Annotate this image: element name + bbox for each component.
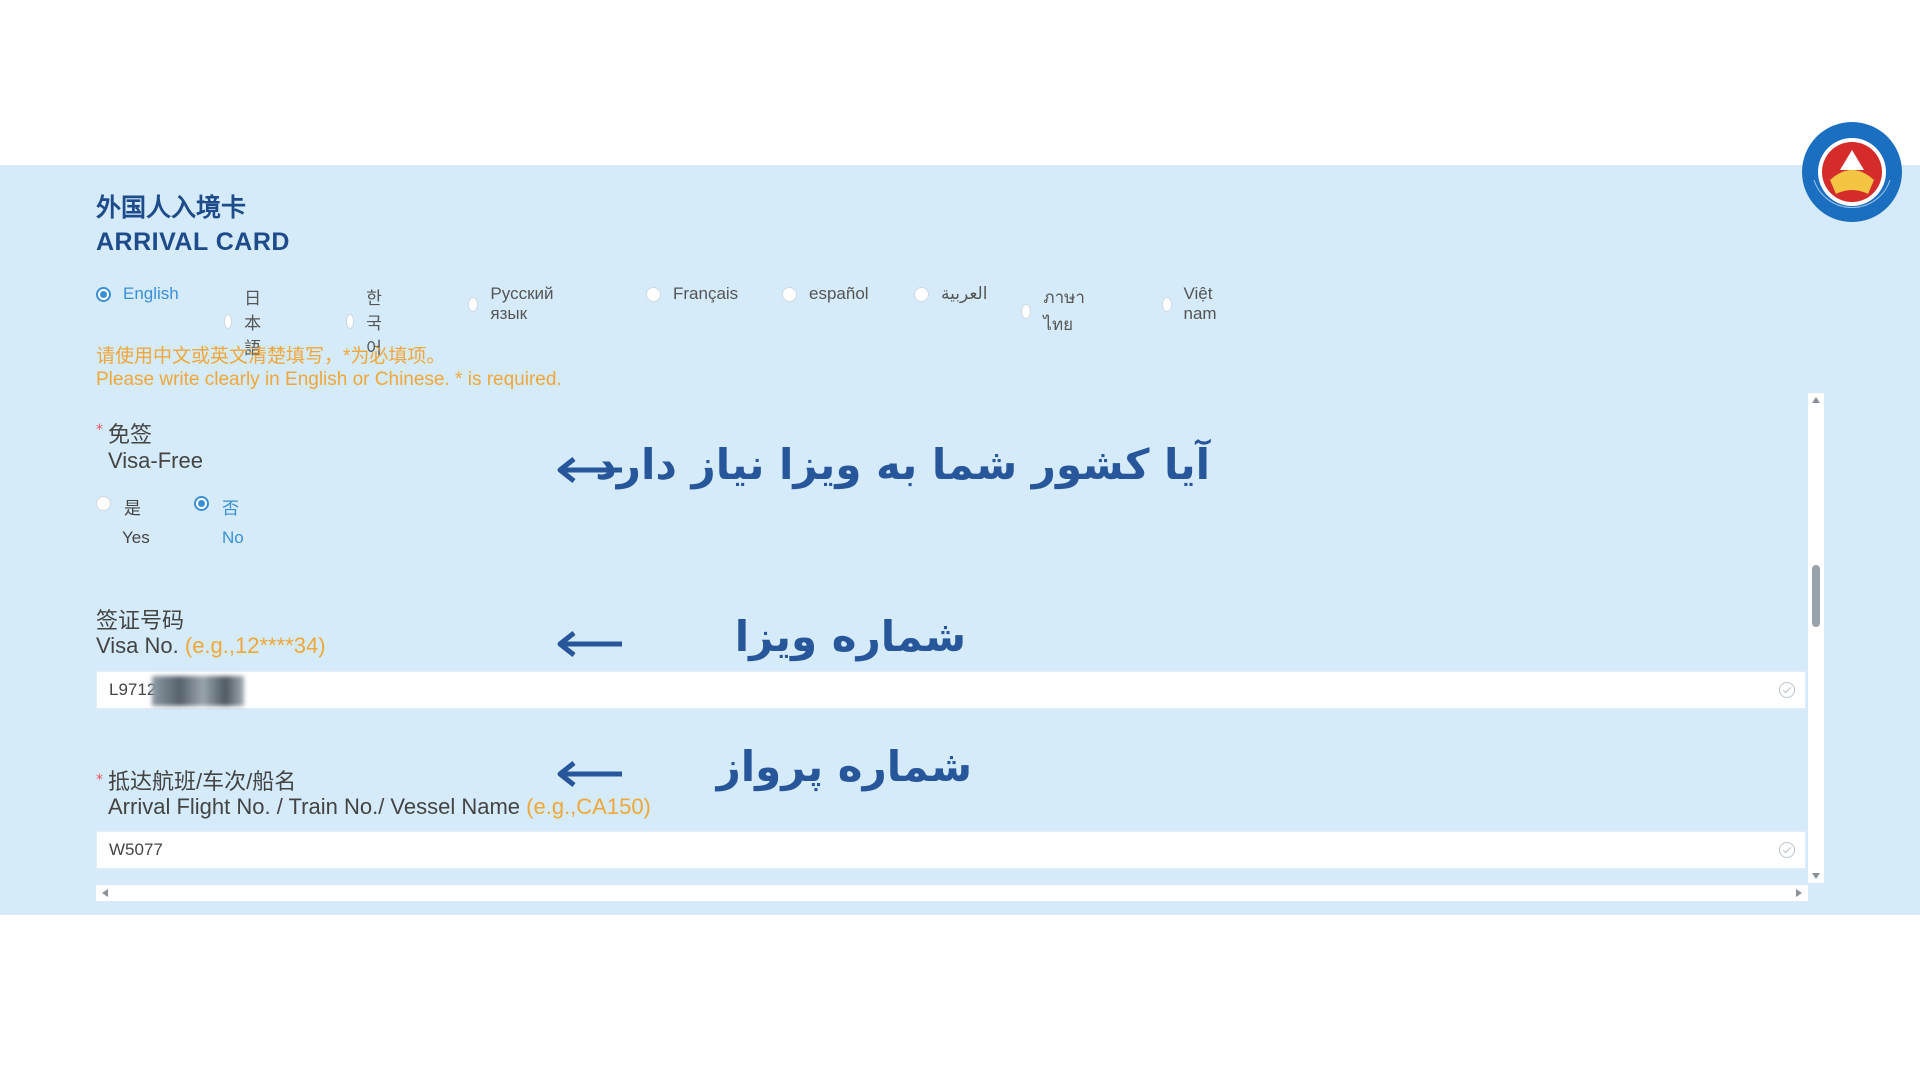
visa-no-label-zh: 签证号码 [96, 608, 185, 633]
arrival-flight-label-en: Arrival Flight No. / Train No./ Vessel N… [108, 794, 651, 820]
arrival-flight-value: W5077 [109, 840, 163, 859]
radio-icon [468, 296, 479, 312]
arrival-flight-label-zh: 抵达航班/车次/船名 [108, 769, 297, 794]
arrival-flight-example: (e.g.,CA150) [526, 794, 651, 819]
yes-label-zh: 是 [124, 499, 141, 518]
scroll-right-icon[interactable] [1796, 889, 1802, 897]
visa-no-label-text: Visa No. [96, 633, 179, 658]
radio-icon [1162, 296, 1172, 312]
language-label: español [809, 284, 869, 303]
scroll-down-icon[interactable] [1812, 873, 1820, 879]
language-label: Việt nam [1183, 284, 1217, 323]
radio-icon [96, 496, 111, 511]
page-title-en: ARRIVAL CARD [96, 228, 290, 256]
instruction-notice: 请使用中文或英文清楚填写，*为必填项。 Please write clearly… [96, 345, 562, 391]
language-label: Русский язык [490, 284, 554, 323]
language-label: العربية [941, 284, 988, 303]
scroll-up-icon[interactable] [1812, 397, 1820, 403]
annotation-visa-number: شماره ویزا [734, 612, 966, 661]
language-label: ภาษาไทย [1043, 288, 1085, 334]
notice-zh: 请使用中文或英文清楚填写，*为必填项。 [96, 346, 446, 367]
no-label-zh: 否 [222, 499, 239, 518]
radio-icon [914, 286, 929, 302]
required-mark: * [96, 772, 103, 788]
radio-icon [782, 286, 797, 302]
language-option-english[interactable]: English [96, 284, 179, 304]
scroll-left-icon[interactable] [102, 889, 108, 897]
radio-selected-icon [194, 496, 209, 511]
check-circle-icon [1779, 842, 1795, 858]
china-immigration-seal-icon [1802, 122, 1902, 222]
visa-no-example: (e.g.,12****34) [184, 633, 326, 658]
arrival-flight-label-text: Arrival Flight No. / Train No./ Vessel N… [108, 794, 521, 819]
yes-label-en: Yes [122, 528, 150, 547]
radio-icon [646, 286, 661, 302]
language-option-russian[interactable]: Русский язык [468, 284, 558, 324]
language-option-thai[interactable]: ภาษาไทย [1021, 284, 1090, 338]
redacted-blur [152, 675, 245, 706]
radio-icon [346, 314, 355, 329]
visa-no-input[interactable]: L9712 [96, 671, 1806, 709]
language-option-spanish[interactable]: español [782, 284, 869, 304]
annotation-arrow-icon [557, 761, 622, 787]
check-circle-icon [1779, 682, 1795, 698]
scroll-thumb[interactable] [1812, 565, 1820, 627]
required-mark: * [96, 422, 103, 438]
language-option-arabic[interactable]: العربية [914, 284, 987, 304]
radio-selected-icon [96, 286, 111, 302]
annotation-arrow-icon [557, 631, 622, 657]
horizontal-scrollbar[interactable] [96, 885, 1808, 901]
page-title-zh: 外国人入境卡 [96, 193, 247, 222]
vertical-scrollbar[interactable] [1808, 393, 1824, 883]
annotation-visa-required: آیا کشور شما به ویزا نیاز دارد [595, 440, 1210, 489]
notice-en: Please write clearly in English or Chine… [96, 369, 562, 390]
visa-free-label-zh: 免签 [108, 422, 153, 447]
arrival-flight-input[interactable]: W5077 [96, 831, 1806, 869]
visa-no-label-en: Visa No. (e.g.,12****34) [96, 633, 326, 659]
visa-free-label-en: Visa-Free [108, 448, 203, 473]
language-option-french[interactable]: Français [646, 284, 738, 304]
radio-icon [224, 314, 233, 329]
language-label: English [123, 284, 179, 303]
language-label: Français [673, 284, 739, 303]
language-option-vietnamese[interactable]: Việt nam [1162, 284, 1222, 324]
visa-no-value: L9712 [109, 680, 157, 699]
radio-icon [1021, 303, 1032, 319]
annotation-flight-number: شماره پرواز [716, 742, 972, 791]
no-label-en: No [222, 528, 244, 547]
